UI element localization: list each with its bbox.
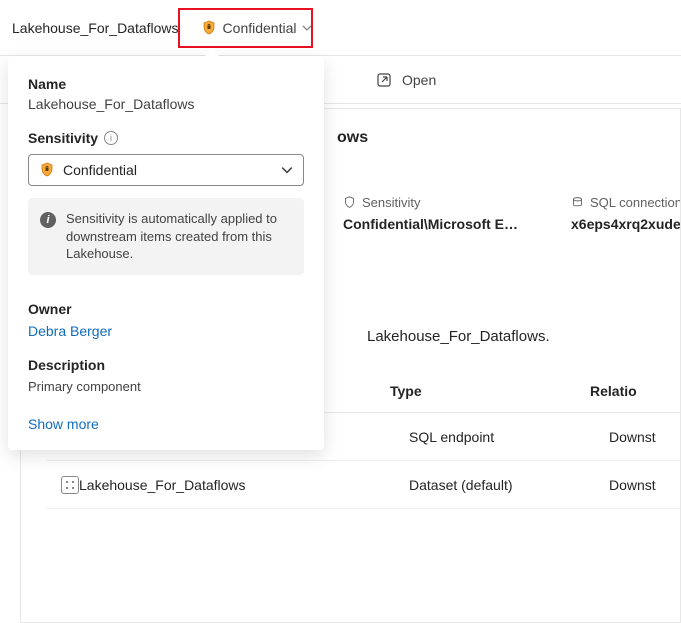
sql-kv-label: SQL connection strin bbox=[590, 195, 681, 210]
row-type: SQL endpoint bbox=[409, 429, 609, 445]
table-row[interactable]: Lakehouse_For_Dataflows Dataset (default… bbox=[47, 461, 680, 509]
sensitivity-kv: Sensitivity Confidential\Microsoft Ext… bbox=[343, 195, 523, 232]
row-name: Lakehouse_For_Dataflows bbox=[79, 477, 409, 493]
owner-label: Owner bbox=[28, 301, 304, 317]
dataset-icon bbox=[61, 476, 79, 494]
sensitivity-kv-label: Sensitivity bbox=[362, 195, 421, 210]
flyout-pointer bbox=[204, 49, 220, 57]
database-icon bbox=[571, 196, 584, 209]
info-filled-icon: i bbox=[40, 212, 56, 228]
sensitivity-dropdown[interactable]: Confidential bbox=[28, 154, 304, 186]
detail-sentence: Lakehouse_For_Dataflows. bbox=[367, 328, 680, 345]
description-label: Description bbox=[28, 357, 304, 373]
page-title: Lakehouse_For_Dataflows bbox=[12, 20, 179, 36]
shield-icon bbox=[39, 162, 55, 178]
show-more-link[interactable]: Show more bbox=[28, 416, 304, 432]
col-rel-header[interactable]: Relatio bbox=[590, 383, 670, 399]
name-value: Lakehouse_For_Dataflows bbox=[28, 96, 304, 112]
shield-outline-icon bbox=[343, 196, 356, 209]
description-value: Primary component bbox=[28, 379, 304, 394]
row-rel: Downst bbox=[609, 477, 681, 493]
name-label: Name bbox=[28, 76, 304, 92]
shield-icon bbox=[201, 20, 217, 36]
detail-heading: ows bbox=[337, 129, 680, 147]
row-rel: Downst bbox=[609, 429, 681, 445]
info-banner: i Sensitivity is automatically applied t… bbox=[28, 198, 304, 275]
owner-link[interactable]: Debra Berger bbox=[28, 323, 304, 339]
sql-kv: SQL connection strin x6eps4xrq2xudenlfv bbox=[571, 195, 681, 232]
chevron-down-icon bbox=[281, 164, 293, 176]
chevron-down-icon bbox=[302, 23, 312, 33]
row-type: Dataset (default) bbox=[409, 477, 609, 493]
info-banner-text: Sensitivity is automatically applied to … bbox=[66, 210, 292, 263]
sql-kv-value: x6eps4xrq2xudenlfv bbox=[571, 216, 681, 232]
header-bar: Lakehouse_For_Dataflows Confidential bbox=[0, 0, 681, 56]
open-icon bbox=[376, 72, 392, 88]
open-button[interactable]: Open bbox=[402, 72, 436, 88]
sensitivity-selected: Confidential bbox=[63, 162, 137, 178]
info-icon[interactable]: i bbox=[104, 131, 118, 145]
sensitivity-label: Sensitivity bbox=[28, 130, 98, 146]
sensitivity-badge-label: Confidential bbox=[223, 20, 297, 36]
col-type-header[interactable]: Type bbox=[390, 383, 590, 399]
sensitivity-kv-value: Confidential\Microsoft Ext… bbox=[343, 216, 523, 232]
details-flyout: Name Lakehouse_For_Dataflows Sensitivity… bbox=[8, 56, 324, 450]
sensitivity-badge[interactable]: Confidential bbox=[193, 12, 323, 44]
